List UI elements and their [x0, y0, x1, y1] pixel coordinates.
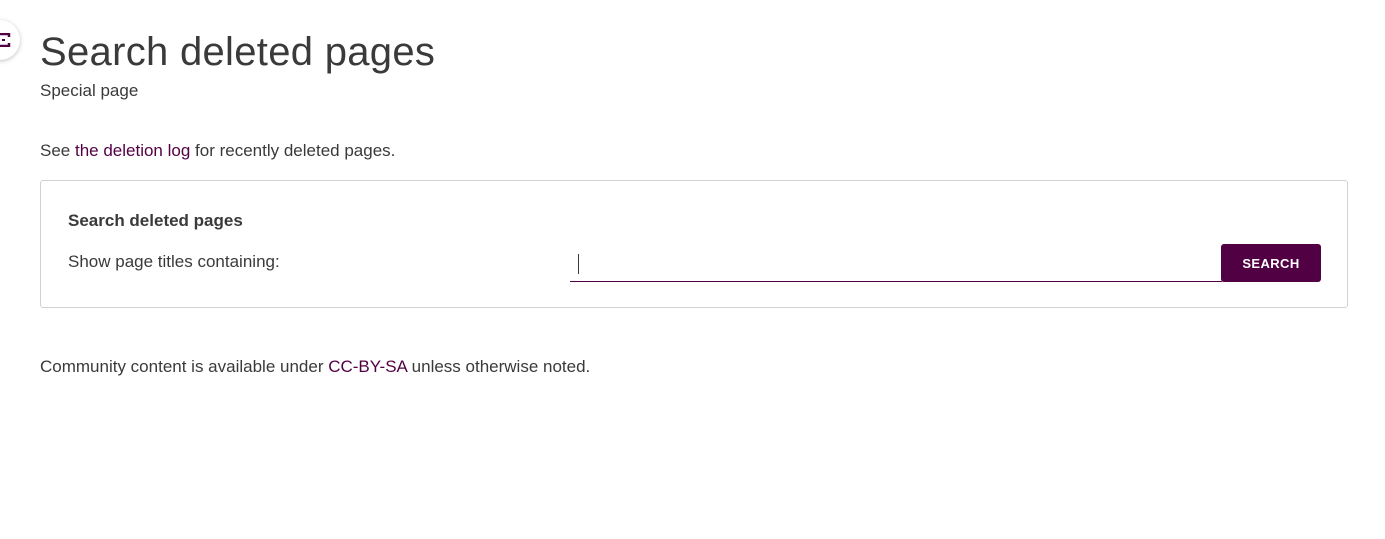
- search-button[interactable]: SEARCH: [1221, 244, 1321, 282]
- search-input[interactable]: [570, 245, 1222, 282]
- footer-suffix: unless otherwise noted.: [406, 357, 591, 376]
- search-field-label: Show page titles containing:: [68, 252, 280, 271]
- license-notice: Community content is available under CC-…: [40, 357, 590, 377]
- deletion-log-notice: See the deletion log for recently delete…: [40, 141, 395, 161]
- sidebar-expand-toggle[interactable]: [0, 20, 20, 60]
- license-link[interactable]: CC-BY-SA: [328, 357, 407, 376]
- intro-suffix: for recently deleted pages.: [190, 141, 396, 160]
- deletion-log-link[interactable]: the deletion log: [75, 141, 190, 160]
- footer-prefix: Community content is available under: [40, 357, 329, 376]
- search-deleted-pages-form: Search deleted pages Show page titles co…: [40, 180, 1348, 308]
- expand-icon: [0, 33, 11, 47]
- form-legend: Search deleted pages: [68, 211, 243, 230]
- text-cursor: [578, 254, 579, 274]
- page: Search deleted pages Special page See th…: [0, 0, 1385, 539]
- page-subtitle: Special page: [40, 81, 139, 100]
- page-title: Search deleted pages: [40, 30, 436, 74]
- page-header: Search deleted pages Special page: [40, 28, 435, 101]
- intro-prefix: See: [40, 141, 75, 160]
